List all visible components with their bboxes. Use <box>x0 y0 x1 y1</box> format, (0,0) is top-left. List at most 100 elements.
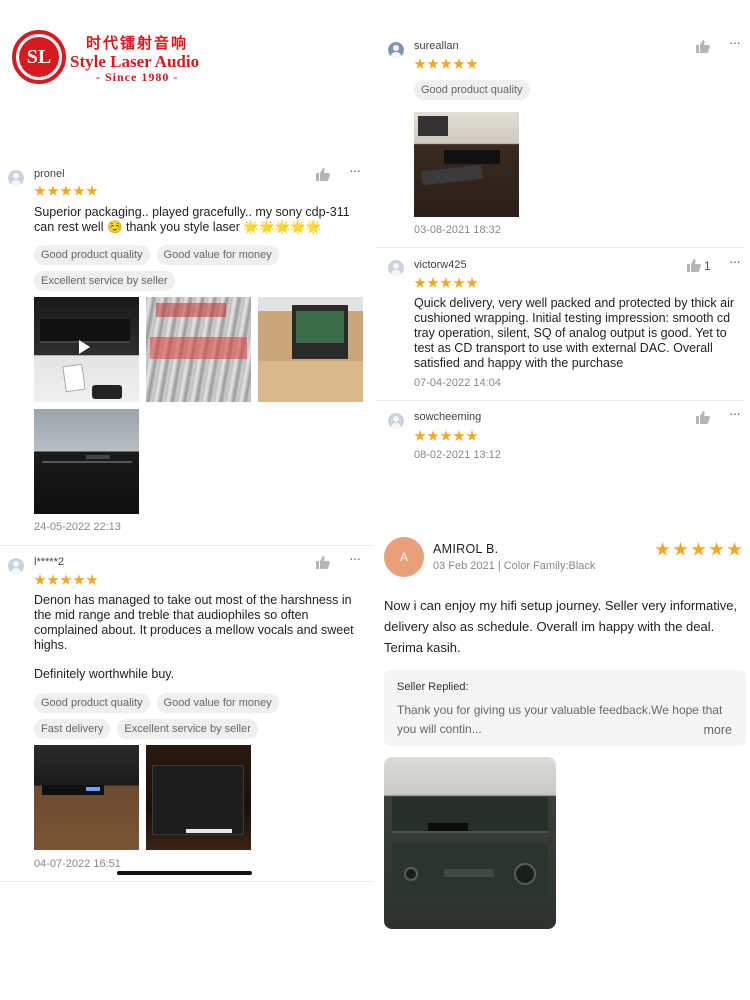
review-date: 08-02-2021 13:12 <box>414 449 501 461</box>
more-link[interactable]: more <box>704 723 732 737</box>
featured-review-photo[interactable] <box>384 757 556 929</box>
more-dots-icon[interactable]: ··· <box>349 551 363 565</box>
star-icon <box>73 185 85 196</box>
tag-chip[interactable]: Excellent service by seller <box>117 719 258 739</box>
review-username: sowcheeming <box>414 411 482 423</box>
star-icon <box>427 430 439 441</box>
rating-stars <box>414 430 478 442</box>
review-tags: Good product quality Good value for mone… <box>34 693 334 739</box>
star-icon <box>414 277 426 288</box>
thumbs-up-icon[interactable] <box>687 259 701 272</box>
review-pronel: pronel ··· Superior packaging.. played g… <box>0 0 375 545</box>
review-date: 24-05-2022 22:13 <box>34 521 121 533</box>
thumbs-up-icon[interactable] <box>696 411 710 424</box>
rating-stars <box>34 574 98 586</box>
review-tags: Good product quality Good value for mone… <box>34 245 354 291</box>
tag-chip[interactable]: Good value for money <box>156 245 279 265</box>
review-l2: l*****2 ··· Denon has managed to take ou… <box>0 546 375 881</box>
user-avatar-icon <box>8 558 24 574</box>
tag-chip[interactable]: Fast delivery <box>34 719 111 739</box>
review-text-extra: Definitely worthwhile buy. <box>34 667 175 681</box>
star-icon <box>691 542 706 556</box>
star-icon <box>427 58 439 69</box>
star-icon <box>73 574 85 585</box>
featured-rating-stars <box>655 542 742 557</box>
rating-stars <box>34 185 98 197</box>
star-icon <box>34 185 46 196</box>
star-icon <box>466 430 478 441</box>
star-icon <box>414 430 426 441</box>
review-photo[interactable] <box>258 297 363 402</box>
review-photo[interactable] <box>146 297 251 402</box>
star-icon <box>709 542 724 556</box>
review-sowcheeming: sowcheeming ··· 08-02-2021 13:12 <box>376 401 750 471</box>
review-photo[interactable] <box>146 745 251 850</box>
seller-reply-box: Seller Replied: Thank you for giving us … <box>384 670 746 746</box>
divider <box>0 881 372 882</box>
review-text: Denon has managed to take out most of th… <box>34 593 354 652</box>
star-icon <box>47 185 59 196</box>
review-media <box>34 297 369 514</box>
featured-review-meta: 03 Feb 2021 | Color Family:Black <box>433 560 596 572</box>
tag-chip[interactable]: Good product quality <box>34 245 150 265</box>
more-dots-icon[interactable]: ··· <box>729 35 743 49</box>
seller-reply-title: Seller Replied: <box>397 681 469 693</box>
tag-chip[interactable]: Excellent service by seller <box>34 271 175 291</box>
user-avatar-icon <box>388 42 404 58</box>
review-text: Superior packaging.. played gracefully..… <box>34 205 350 234</box>
featured-avatar: A <box>384 537 424 577</box>
review-username: victorw425 <box>414 259 467 271</box>
review-photo[interactable] <box>414 112 519 217</box>
star-icon <box>453 430 465 441</box>
review-text: Quick delivery, very well packed and pro… <box>414 296 735 370</box>
thumbs-up-icon[interactable] <box>316 556 330 569</box>
video-thumbnail[interactable] <box>34 297 139 402</box>
star-icon <box>440 430 452 441</box>
star-icon <box>466 58 478 69</box>
tag-chip[interactable]: Good product quality <box>34 693 150 713</box>
home-indicator <box>117 871 252 875</box>
play-icon[interactable] <box>79 340 90 354</box>
star-icon <box>60 185 72 196</box>
star-icon <box>655 542 670 556</box>
star-icon <box>86 574 98 585</box>
review-media <box>34 745 369 850</box>
star-icon <box>414 58 426 69</box>
user-avatar-icon <box>8 170 24 186</box>
star-icon <box>440 277 452 288</box>
more-dots-icon[interactable]: ··· <box>729 406 743 420</box>
review-username: l*****2 <box>34 556 64 568</box>
review-date: 04-07-2022 16:51 <box>34 858 121 870</box>
review-date: 03-08-2021 18:32 <box>414 224 501 236</box>
rating-stars <box>414 58 478 70</box>
thumbs-up-icon[interactable] <box>696 40 710 53</box>
more-dots-icon[interactable]: ··· <box>349 163 363 177</box>
review-media <box>414 112 534 217</box>
star-icon <box>86 185 98 196</box>
tag-chip[interactable]: Good product quality <box>414 80 530 100</box>
review-username: pronel <box>34 168 65 180</box>
tag-chip[interactable]: Good value for money <box>156 693 279 713</box>
featured-reviewer-name: AMIROL B. <box>433 542 499 556</box>
star-icon <box>466 277 478 288</box>
star-icon <box>34 574 46 585</box>
more-dots-icon[interactable]: ··· <box>729 254 743 268</box>
user-avatar-icon <box>388 260 404 276</box>
review-photo[interactable] <box>34 409 139 514</box>
star-icon <box>673 542 688 556</box>
star-icon <box>453 58 465 69</box>
rating-stars <box>414 277 478 289</box>
star-icon <box>60 574 72 585</box>
review-tags: Good product quality <box>414 80 734 100</box>
star-icon <box>47 574 59 585</box>
star-icon <box>427 277 439 288</box>
review-date: 07-04-2022 14:04 <box>414 377 501 389</box>
thumbs-up-icon[interactable] <box>316 168 330 181</box>
review-photo[interactable] <box>34 745 139 850</box>
star-icon <box>453 277 465 288</box>
star-icon <box>440 58 452 69</box>
review-username: sureallan <box>414 40 459 52</box>
like-count: 1 <box>704 259 711 273</box>
review-victorw425: victorw425 1 ··· Quick delivery, very we… <box>376 248 750 400</box>
seller-reply-text: Thank you for giving us your valuable fe… <box>397 703 723 736</box>
